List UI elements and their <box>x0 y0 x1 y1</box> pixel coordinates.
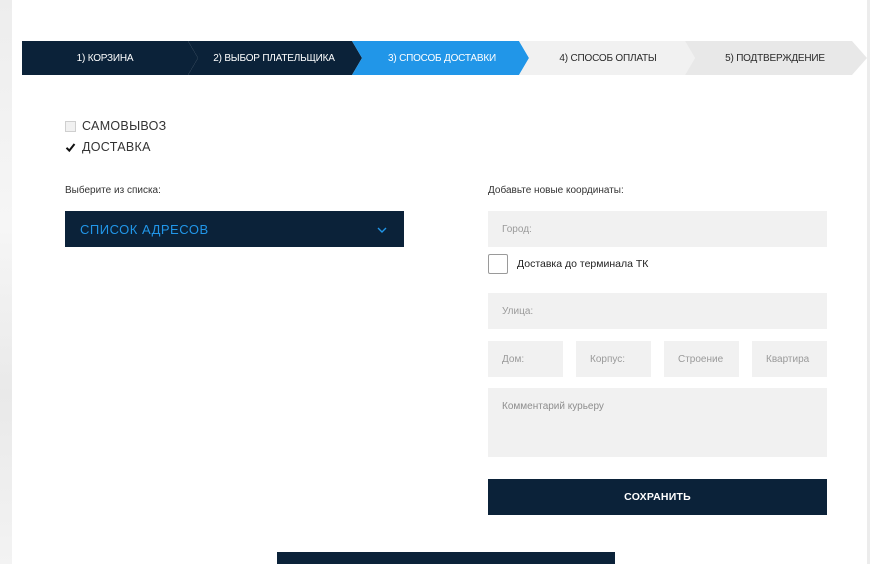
step-confirmation: 5) ПОДТВЕРЖДЕНИЕ <box>725 52 825 64</box>
courier-comment-textarea[interactable]: Комментарий курьеру <box>488 388 827 457</box>
step-payment-method: 4) СПОСОБ ОПЛАТЫ <box>559 52 657 64</box>
chevron-down-icon <box>377 222 387 236</box>
terminal-delivery-option[interactable]: Доставка до терминала ТК <box>488 254 648 274</box>
step-cart[interactable]: 1) КОРЗИНА <box>22 41 188 75</box>
terminal-delivery-label: Доставка до терминала ТК <box>517 258 649 270</box>
building-input[interactable]: Корпус: <box>576 341 651 377</box>
city-input[interactable]: Город: <box>488 211 827 247</box>
step-delivery-method[interactable]: 3) СПОСОБ ДОСТАВКИ <box>362 41 522 75</box>
delivery-checkbox[interactable] <box>65 141 76 153</box>
street-input[interactable]: Улица: <box>488 293 827 329</box>
delivery-option[interactable]: ДОСТАВКА <box>65 140 151 154</box>
delivery-label: ДОСТАВКА <box>82 140 151 154</box>
save-button[interactable]: СОХРАНИТЬ <box>488 479 827 515</box>
terminal-delivery-checkbox[interactable] <box>488 254 508 274</box>
step-payer[interactable]: 2) ВЫБОР ПЛАТЕЛЬЩИКА <box>194 41 354 75</box>
left-background-decoration <box>0 0 12 564</box>
pickup-checkbox[interactable] <box>65 120 76 132</box>
structure-input[interactable]: Строение <box>664 341 739 377</box>
checkmark-icon <box>65 142 76 152</box>
address-list-label: СПИСОК АДРЕСОВ <box>80 221 209 237</box>
bottom-action-button[interactable] <box>277 552 615 564</box>
house-input[interactable]: Дом: <box>488 341 563 377</box>
checkout-steps: 1) КОРЗИНА 2) ВЫБОР ПЛАТЕЛЬЩИКА 3) СПОСО… <box>22 41 870 75</box>
apartment-input[interactable]: Квартира <box>752 341 827 377</box>
pickup-option[interactable]: САМОВЫВОЗ <box>65 119 167 133</box>
address-list-select[interactable]: СПИСОК АДРЕСОВ <box>65 211 404 247</box>
choose-from-list-heading: Выберите из списка: <box>65 185 161 196</box>
new-coordinates-heading: Добавьте новые координаты: <box>488 185 624 196</box>
pickup-label: САМОВЫВОЗ <box>82 119 167 133</box>
